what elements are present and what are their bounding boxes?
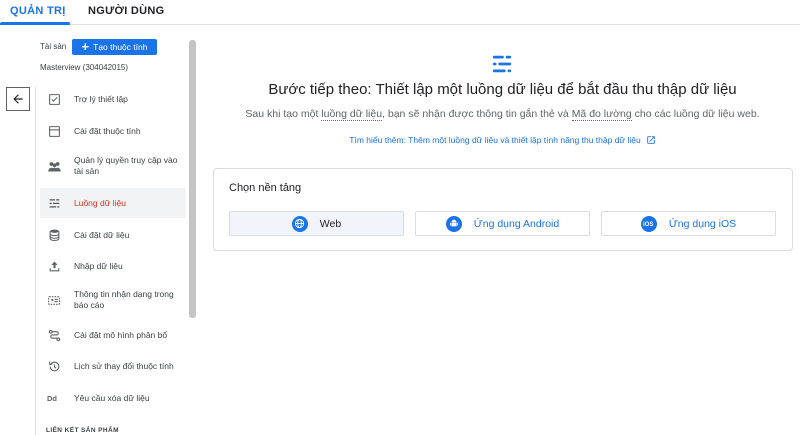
platform-label: Ứng dụng Android <box>473 217 560 230</box>
sidebar-item-property-settings[interactable]: Cài đặt thuộc tính <box>40 120 186 142</box>
svg-text:iOS: iOS <box>643 222 653 228</box>
create-property-button[interactable]: + Tạo thuộc tính <box>72 39 157 55</box>
data-stream-icon <box>46 195 62 211</box>
page-heading: Bước tiếp theo: Thiết lập một luồng dữ l… <box>268 81 737 98</box>
back-button[interactable] <box>6 87 30 111</box>
property-selector[interactable]: Masterview (304042015) <box>40 63 128 72</box>
create-property-label: Tạo thuộc tính <box>93 42 148 52</box>
arrow-back-icon <box>13 94 23 104</box>
subtitle-text: Sau khi tạo một <box>245 108 322 120</box>
active-tab-indicator <box>0 22 70 25</box>
main-content: Bước tiếp theo: Thiết lập một luồng dữ l… <box>205 26 800 435</box>
tab-users[interactable]: NGƯỜI DÙNG <box>88 5 165 17</box>
subtitle-text: , bạn sẽ nhận được thông tin gắn thẻ và <box>382 108 572 120</box>
sidebar-item-label: Quản lý quyền truy cập vào tài sản <box>74 155 178 176</box>
tab-admin[interactable]: QUẢN TRỊ <box>10 5 66 17</box>
sidebar-item-reporting-identity[interactable]: Thông tin nhận dạng trong báo cáo <box>40 286 186 314</box>
platform-label: Web <box>319 217 342 230</box>
sidebar-item-access-management[interactable]: Quản lý quyền truy cập vào tài sản <box>40 152 186 180</box>
sidebar-item-label: Luồng dữ liệu <box>74 197 127 208</box>
reporting-identity-icon <box>46 292 62 308</box>
sidebar-item-label: Lịch sử thay đổi thuộc tính <box>74 360 174 371</box>
open-in-new-icon <box>646 136 655 144</box>
sidebar-item-data-deletion[interactable]: Dd Yêu cầu xóa dữ liệu <box>40 387 186 409</box>
sidebar-item-label: Cài đặt thuộc tính <box>74 125 141 136</box>
ios-platform-button[interactable]: iOS Ứng dụng iOS <box>601 211 776 236</box>
attribution-icon <box>46 327 62 343</box>
sidebar-item-attribution-settings[interactable]: Cài đặt mô hình phân bổ <box>40 324 186 346</box>
asset-label: Tài sản <box>40 42 67 51</box>
data-deletion-icon: Dd <box>46 390 62 406</box>
page-subtitle: Sau khi tạo một luồng dữ liệu, bạn sẽ nh… <box>205 108 800 121</box>
sidebar-item-data-import[interactable]: Nhập dữ liệu <box>40 255 186 277</box>
learn-more-link[interactable]: Tìm hiểu thêm: Thêm một luồng dữ liệu và… <box>205 135 800 145</box>
checklist-icon <box>46 91 62 107</box>
ios-icon: iOS <box>640 215 657 232</box>
data-stream-icon <box>491 53 513 80</box>
plus-icon: + <box>81 39 90 54</box>
measurement-id-term[interactable]: Mã đo lường <box>571 108 632 121</box>
sidebar-scrollbar[interactable] <box>189 40 196 318</box>
people-icon <box>46 158 62 174</box>
sidebar-item-label: Nhập dữ liệu <box>74 260 123 271</box>
subtitle-text: cho các luồng dữ liệu web. <box>631 108 760 120</box>
sidebar-item-data-streams[interactable]: Luồng dữ liệu <box>40 188 186 218</box>
sidebar-item-setup-assistant[interactable]: Trợ lý thiết lập <box>40 88 186 110</box>
sidebar-item-change-history[interactable]: Lịch sử thay đổi thuộc tính <box>40 355 186 377</box>
product-links-heading: LIÊN KẾT SẢN PHẨM <box>46 427 119 434</box>
android-icon <box>445 215 462 232</box>
property-settings-icon <box>46 123 62 139</box>
database-icon <box>46 227 62 243</box>
web-platform-button[interactable]: Web <box>229 211 404 236</box>
upload-icon <box>46 258 62 274</box>
sidebar-item-label: Yêu cầu xóa dữ liệu <box>74 392 150 403</box>
globe-icon <box>291 215 308 232</box>
history-icon <box>46 358 62 374</box>
data-stream-term[interactable]: luồng dữ liệu <box>321 108 383 121</box>
platform-title: Chọn nền tảng <box>229 182 302 194</box>
sidebar-item-label: Trợ lý thiết lập <box>74 93 128 104</box>
platform-label: Ứng dụng iOS <box>668 217 737 230</box>
learn-more-text: Tìm hiểu thêm: Thêm một luồng dữ liệu và… <box>349 135 641 145</box>
platform-selection-card: Chọn nền tảng Web Ứng dụng Android iOS Ứ… <box>213 168 793 251</box>
admin-sidebar: Tài sản + Tạo thuộc tính Masterview (304… <box>0 26 205 435</box>
sidebar-item-data-settings[interactable]: Cài đặt dữ liệu <box>40 224 186 246</box>
sidebar-item-label: Thông tin nhận dạng trong báo cáo <box>74 289 174 310</box>
sidebar-divider <box>35 87 36 435</box>
svg-text:Dd: Dd <box>47 394 57 403</box>
sidebar-item-label: Cài đặt dữ liệu <box>74 229 130 240</box>
android-platform-button[interactable]: Ứng dụng Android <box>415 211 590 236</box>
sidebar-item-label: Cài đặt mô hình phân bổ <box>74 329 168 340</box>
top-tab-bar: QUẢN TRỊ NGƯỜI DÙNG <box>0 0 800 25</box>
